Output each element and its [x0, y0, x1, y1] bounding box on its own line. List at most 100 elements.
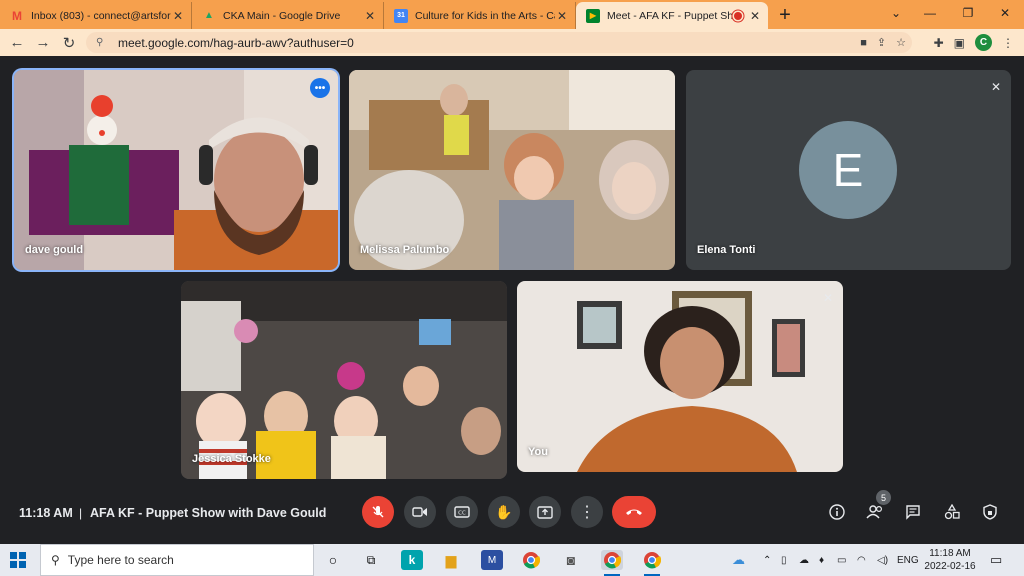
chrome-icon[interactable]: [520, 550, 542, 570]
speaker-icon[interactable]: ◁): [877, 544, 888, 576]
chrome-window-icon[interactable]: [601, 550, 623, 576]
side-panel-icon[interactable]: ▣: [954, 36, 965, 50]
language-indicator[interactable]: ENG: [897, 544, 919, 576]
windows-start-icon[interactable]: [10, 552, 26, 568]
chat-icon: [906, 505, 920, 520]
camera-icon: [412, 507, 427, 517]
restore-icon[interactable]: ❐: [949, 0, 987, 26]
calendar-icon: 31: [394, 8, 408, 23]
people-icon: [866, 505, 883, 519]
cortana-icon[interactable]: ○: [322, 550, 344, 570]
camera-icon[interactable]: ■: [860, 37, 867, 49]
site-info-icon[interactable]: ⚲: [96, 37, 110, 48]
separator: |: [79, 506, 83, 520]
close-icon[interactable]: ✕: [555, 9, 569, 23]
raise-hand-button[interactable]: ✋: [488, 496, 520, 528]
onedrive-icon[interactable]: ☁: [732, 544, 745, 576]
back-icon[interactable]: ←: [4, 31, 30, 55]
tab-title: Culture for Kids in the Arts - Cale: [415, 9, 555, 22]
task-view-icon[interactable]: ⧉: [360, 550, 382, 570]
camera-button[interactable]: [404, 496, 436, 528]
info-icon: [829, 504, 845, 520]
participant-tile-jessica[interactable]: Jessica Stokke: [181, 281, 507, 479]
recording-indicator-icon: [734, 11, 742, 20]
profile-avatar[interactable]: C: [975, 34, 992, 51]
app-k-icon[interactable]: k: [401, 550, 423, 570]
chrome-logo: [523, 552, 540, 569]
windows-taskbar: ⚲ Type here to search ○ ⧉ k ▆ M ◙ ☁ ⌃ ▯ …: [0, 544, 1024, 576]
share-icon[interactable]: ⇪: [877, 36, 886, 49]
host-controls-button[interactable]: [978, 500, 1002, 524]
extensions-icon[interactable]: ✚: [934, 36, 944, 50]
tab-drive[interactable]: ▲ CKA Main - Google Drive ✕: [192, 2, 384, 29]
wifi-icon[interactable]: ◠: [857, 544, 866, 576]
drive-icon: ▲: [204, 10, 214, 21]
participant-name: Melissa Palumbo: [360, 244, 450, 256]
menu-icon[interactable]: ⋮: [1002, 36, 1014, 50]
close-icon[interactable]: ✕: [363, 9, 377, 23]
meeting-details-button[interactable]: [825, 500, 849, 524]
tab-title: Inbox (803) - connect@artsforall: [31, 9, 171, 22]
chrome-logo: [604, 552, 621, 569]
mic-off-button[interactable]: [362, 496, 394, 528]
battery-icon[interactable]: ▭: [837, 544, 846, 576]
search-icon: ⚲: [51, 553, 60, 567]
notifications-icon[interactable]: ▭: [990, 544, 1002, 576]
present-button[interactable]: [529, 496, 561, 528]
participant-tile-elena[interactable]: E ✕ Elena Tonti: [686, 70, 1011, 270]
chrome-logo: [644, 552, 661, 569]
captions-button[interactable]: CC: [446, 496, 478, 528]
audio-level-icon: •••: [310, 78, 330, 98]
participant-tile-dave[interactable]: ••• dave gould: [14, 70, 338, 270]
meet-icon: ▶: [586, 8, 600, 23]
forward-icon[interactable]: →: [30, 31, 56, 55]
phone-icon[interactable]: ▯: [781, 544, 787, 576]
svg-text:CC: CC: [458, 511, 466, 517]
tab-gmail[interactable]: M Inbox (803) - connect@artsforall ✕: [0, 2, 192, 29]
microphone-icon[interactable]: ♦: [819, 544, 824, 576]
captions-icon: CC: [454, 506, 470, 518]
show-hidden-icons-icon[interactable]: ⌃: [763, 544, 771, 576]
meeting-control-bar: 11:18 AM | AFA KF - Puppet Show with Dav…: [0, 492, 1024, 534]
bookmark-star-icon[interactable]: ☆: [896, 36, 906, 49]
video-feed: [517, 281, 843, 472]
chat-button[interactable]: [901, 500, 925, 524]
taskbar-clock[interactable]: 11:18 AM 2022-02-16: [922, 547, 978, 573]
address-bar[interactable]: ⚲ meet.google.com/hag-aurb-awv?authuser=…: [86, 32, 912, 53]
file-explorer-icon[interactable]: ▆: [440, 550, 462, 570]
people-count-badge: 5: [876, 490, 891, 505]
mic-off-icon: ✕: [822, 291, 833, 305]
window-close-icon[interactable]: ✕: [986, 0, 1024, 26]
activities-button[interactable]: [940, 500, 964, 524]
participant-name: Elena Tonti: [697, 244, 756, 256]
weather-icon[interactable]: ☁: [799, 544, 809, 576]
tab-search-icon[interactable]: ⌄: [877, 0, 915, 26]
new-tab-button[interactable]: +: [772, 2, 798, 29]
present-icon: [537, 505, 553, 519]
leave-call-button[interactable]: [612, 496, 656, 528]
close-icon[interactable]: ✕: [171, 9, 185, 23]
more-options-button[interactable]: ⋮: [571, 496, 603, 528]
camera-app-icon[interactable]: ◙: [560, 550, 582, 570]
reload-icon[interactable]: ↻: [56, 31, 82, 55]
video-feed: [181, 281, 507, 479]
chrome-profile-window-icon[interactable]: [641, 550, 663, 576]
video-feed: [349, 70, 675, 270]
tab-calendar[interactable]: 31 Culture for Kids in the Arts - Cale ✕: [384, 2, 576, 29]
hand-icon: ✋: [495, 503, 513, 520]
close-icon[interactable]: ✕: [748, 9, 762, 23]
minimize-icon[interactable]: —: [911, 0, 949, 26]
taskbar-search-box[interactable]: ⚲ Type here to search: [40, 544, 314, 576]
participant-tile-self[interactable]: ✕ You: [517, 281, 843, 472]
tab-meet[interactable]: ▶ Meet - AFA KF - Puppet Show ✕: [576, 2, 768, 29]
tab-title: CKA Main - Google Drive: [223, 9, 341, 22]
avatar: E: [799, 121, 897, 219]
participant-name: You: [528, 446, 548, 458]
participant-tile-melissa[interactable]: Melissa Palumbo: [349, 70, 675, 270]
clock-date: 2022-02-16: [924, 561, 976, 572]
app-m-icon[interactable]: M: [481, 550, 503, 570]
tab-title: Meet - AFA KF - Puppet Show: [607, 9, 734, 22]
browser-toolbar: ← → ↻ ⚲ meet.google.com/hag-aurb-awv?aut…: [0, 29, 1024, 56]
video-feed: [14, 70, 338, 270]
activities-icon: [944, 504, 960, 520]
